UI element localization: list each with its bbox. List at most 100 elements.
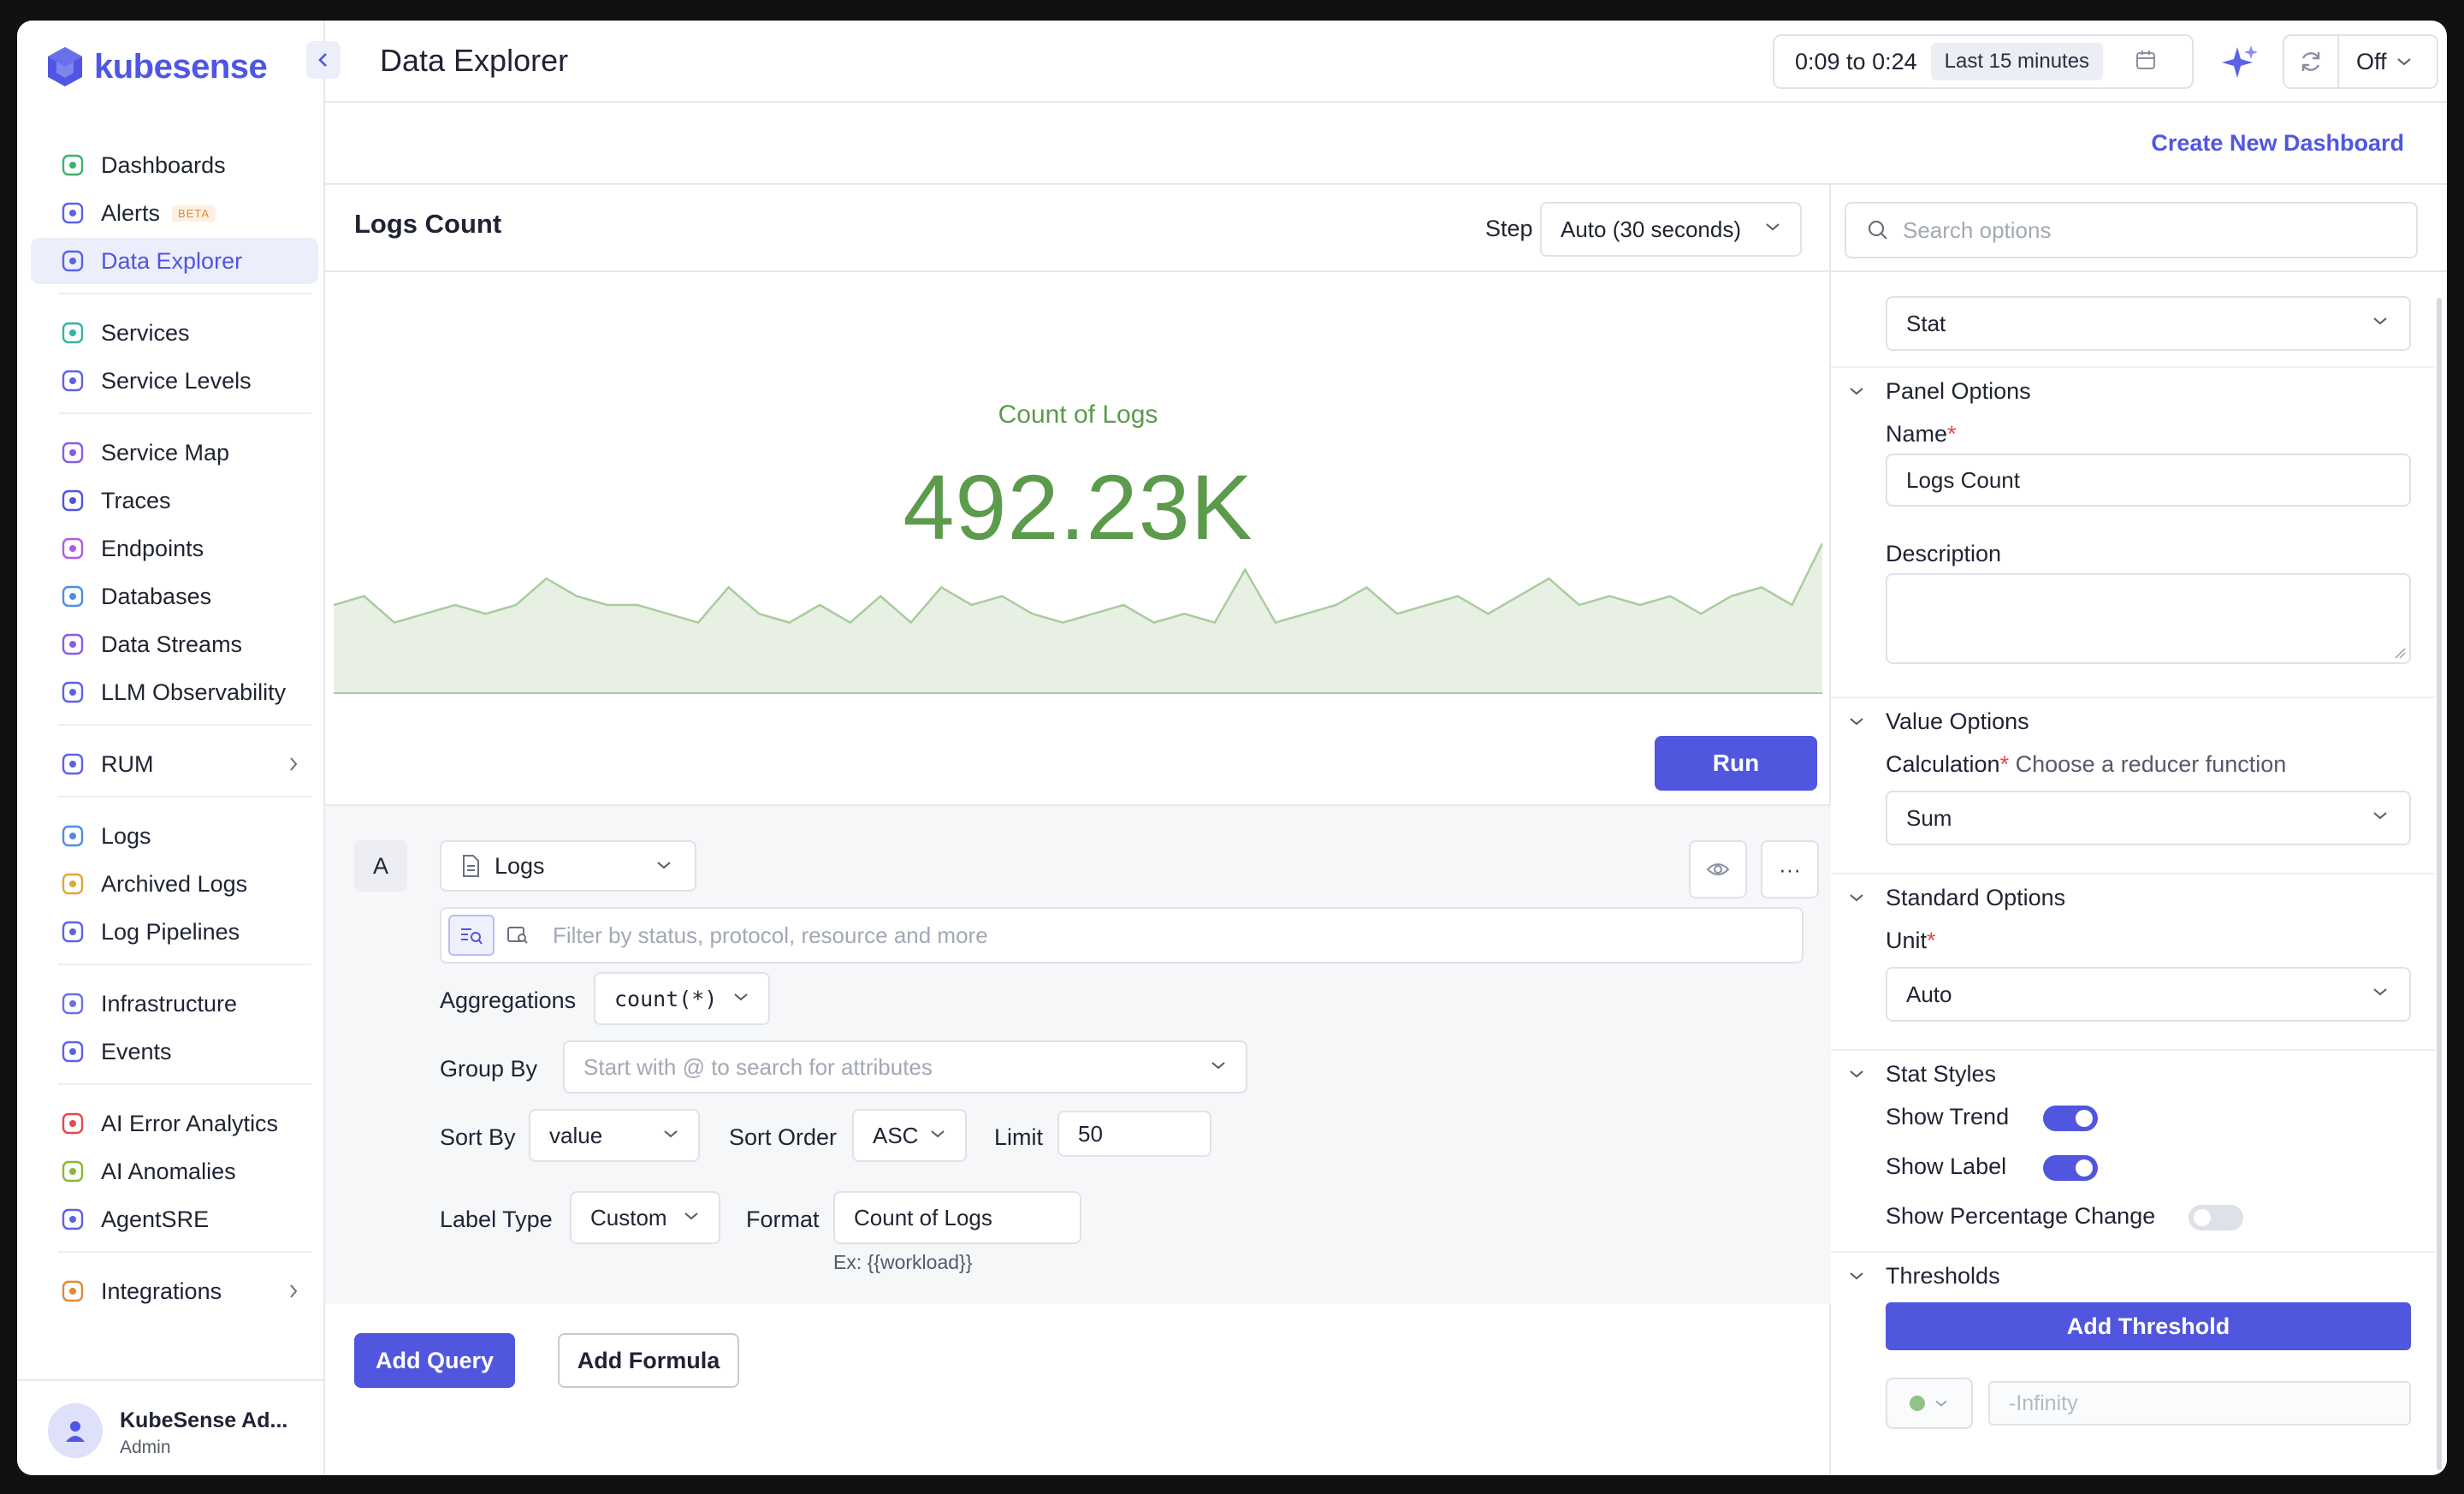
chevron-right-icon <box>287 753 299 780</box>
create-dashboard-link[interactable]: Create New Dashboard <box>2151 130 2404 157</box>
format-input[interactable]: Count of Logs <box>833 1191 1081 1244</box>
ai-assistant-button[interactable] <box>2216 39 2264 87</box>
show-label-toggle[interactable] <box>2043 1155 2098 1181</box>
sidebar-item-agentsre[interactable]: AgentSRE <box>31 1196 318 1242</box>
threshold-color-picker[interactable] <box>1886 1378 1973 1429</box>
divider <box>1831 873 2435 874</box>
query-builder: A Logs ··· Filter by status, protocol, r… <box>325 804 1831 1304</box>
divider <box>1831 1049 2435 1051</box>
sidebar-item-infrastructure[interactable]: Infrastructure <box>31 981 318 1027</box>
chevron-down-icon[interactable] <box>1848 1270 1865 1282</box>
panel-options-title[interactable]: Panel Options <box>1886 378 2031 405</box>
label-type-select[interactable]: Custom <box>570 1191 720 1244</box>
builder-mode-button[interactable] <box>448 915 495 956</box>
required-mark: * <box>1999 751 2010 777</box>
time-range-picker[interactable]: 0:09 to 0:24 Last 15 minutes <box>1773 34 2194 89</box>
collapse-sidebar-button[interactable] <box>306 41 341 79</box>
sidebar-item-archived-logs[interactable]: Archived Logs <box>31 861 318 907</box>
sort-order-label: Sort Order <box>729 1124 838 1150</box>
sidebar-item-llm-observability[interactable]: LLM Observability <box>31 669 318 715</box>
search-options-input[interactable]: Search options <box>1845 202 2418 258</box>
add-query-button[interactable]: Add Query <box>354 1333 515 1388</box>
sidebar-item-rum[interactable]: RUM <box>31 741 318 787</box>
calculation-select[interactable]: Sum <box>1886 791 2411 845</box>
standard-options-title[interactable]: Standard Options <box>1886 885 2065 911</box>
query-label[interactable]: A <box>354 840 407 892</box>
sidebar-item-service-levels[interactable]: Service Levels <box>31 358 318 404</box>
sidebar-item-logs[interactable]: Logs <box>31 813 318 859</box>
scrollbar[interactable] <box>2437 298 2442 1470</box>
log-pipelines-icon <box>58 917 87 946</box>
sparkle-icon <box>2222 45 2258 78</box>
sidebar-item-integrations[interactable]: Integrations <box>31 1268 318 1314</box>
visualization-select[interactable]: Stat <box>1886 296 2411 351</box>
auto-refresh-control[interactable]: Off <box>2283 34 2438 89</box>
aggregations-select[interactable]: count(*) <box>594 972 770 1025</box>
time-preset[interactable]: Last 15 minutes <box>1930 43 2104 80</box>
chevron-down-icon[interactable] <box>1848 715 1865 727</box>
sidebar-item-label: Logs <box>101 822 151 849</box>
sidebar-item-data-explorer[interactable]: Data Explorer <box>31 238 318 284</box>
group-by-placeholder: Start with @ to search for attributes <box>583 1053 933 1080</box>
run-button[interactable]: Run <box>1655 736 1817 791</box>
data-source-select[interactable]: Logs <box>440 840 696 892</box>
sort-by-select[interactable]: value <box>529 1109 700 1162</box>
sidebar-item-label: Infrastructure <box>101 990 238 1017</box>
sidebar-item-events[interactable]: Events <box>31 1029 318 1075</box>
add-formula-button[interactable]: Add Formula <box>558 1333 739 1388</box>
image-search-mode-button[interactable] <box>495 915 541 956</box>
services-icon <box>58 318 87 347</box>
dashboard-icon <box>58 151 87 180</box>
toggle-visibility-button[interactable] <box>1689 840 1747 898</box>
brand-logo[interactable]: kubesense <box>46 41 268 92</box>
add-threshold-button[interactable]: Add Threshold <box>1886 1302 2411 1350</box>
sidebar-item-service-map[interactable]: Service Map <box>31 430 318 476</box>
sidebar-item-services[interactable]: Services <box>31 310 318 356</box>
sidebar-item-ai-error-analytics[interactable]: AI Error Analytics <box>31 1100 318 1147</box>
sidebar-item-label: AgentSRE <box>101 1206 210 1232</box>
calendar-icon[interactable] <box>2134 48 2158 76</box>
sort-order-select[interactable]: ASC <box>852 1109 967 1162</box>
threshold-value: -Infinity <box>2009 1390 2078 1415</box>
limit-input[interactable]: 50 <box>1057 1111 1211 1157</box>
stat-styles-title[interactable]: Stat Styles <box>1886 1061 1996 1088</box>
refresh-icon[interactable] <box>2284 36 2339 87</box>
panel-title: Logs Count <box>354 209 502 239</box>
divider <box>1831 697 2435 698</box>
user-role: Admin <box>120 1438 171 1457</box>
sidebar-item-log-pipelines[interactable]: Log Pipelines <box>31 909 318 955</box>
filter-bar[interactable]: Filter by status, protocol, resource and… <box>440 907 1804 963</box>
show-trend-toggle[interactable] <box>2043 1106 2098 1131</box>
threshold-value-input[interactable]: -Infinity <box>1988 1381 2411 1426</box>
unit-select[interactable]: Auto <box>1886 967 2411 1022</box>
chevron-down-icon <box>664 1130 678 1138</box>
sidebar-item-alerts[interactable]: Alerts BETA <box>31 190 318 236</box>
sidebar-item-ai-anomalies[interactable]: AI Anomalies <box>31 1148 318 1195</box>
chevron-down-icon[interactable] <box>1848 892 1865 904</box>
thresholds-title[interactable]: Thresholds <box>1886 1263 2000 1289</box>
refresh-interval-select[interactable]: Off <box>2356 49 2413 75</box>
sidebar-item-databases[interactable]: Databases <box>31 573 318 620</box>
show-percentage-toggle[interactable] <box>2189 1205 2243 1230</box>
value-options-title[interactable]: Value Options <box>1886 708 2029 735</box>
chevron-down-icon[interactable] <box>1848 1068 1865 1080</box>
group-by-select[interactable]: Start with @ to search for attributes <box>563 1040 1247 1094</box>
filter-search-icon <box>461 928 483 945</box>
panel-name-input[interactable]: Logs Count <box>1886 454 2411 507</box>
unit-value: Auto <box>1906 981 1952 1007</box>
sidebar-item-label: Endpoints <box>101 535 204 561</box>
sidebar-item-dashboards[interactable]: Dashboards <box>31 142 318 188</box>
step-select[interactable]: Auto (30 seconds) <box>1540 202 1802 257</box>
sidebar-item-data-streams[interactable]: Data Streams <box>31 621 318 667</box>
chevron-down-icon[interactable] <box>1848 385 1865 397</box>
description-textarea[interactable] <box>1886 573 2411 664</box>
sidebar-item-label: AI Error Analytics <box>101 1110 279 1136</box>
more-options-button[interactable]: ··· <box>1761 840 1819 898</box>
sidebar-item-traces[interactable]: Traces <box>31 477 318 524</box>
user-profile[interactable]: KubeSense Ad... Admin <box>17 1379 323 1475</box>
resize-handle-icon[interactable] <box>2394 647 2406 659</box>
alert-icon <box>58 199 87 228</box>
sidebar-item-endpoints[interactable]: Endpoints <box>31 525 318 572</box>
nav-divider <box>58 293 311 294</box>
events-icon <box>58 1037 87 1066</box>
